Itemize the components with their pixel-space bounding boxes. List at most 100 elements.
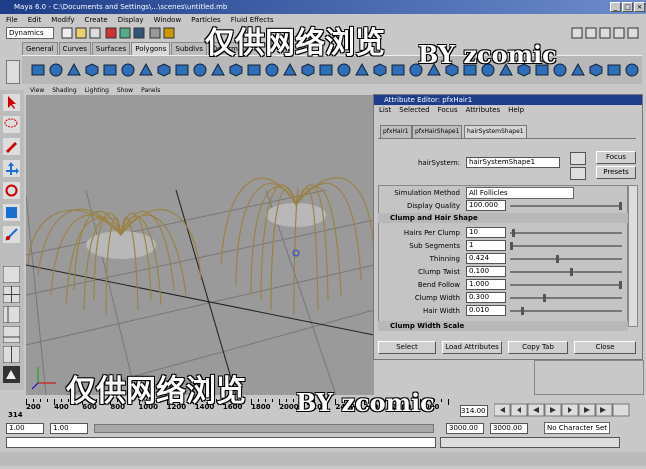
polygon-tool-icon[interactable] — [570, 62, 586, 78]
command-input[interactable] — [6, 437, 436, 448]
tab-pfxhair1[interactable]: pfxHair1 — [380, 125, 412, 138]
attr-value-field[interactable]: 1 — [466, 240, 506, 251]
minimize-button[interactable]: _ — [610, 2, 621, 12]
playback-end-field[interactable]: 3000.00 — [446, 423, 484, 434]
presets-button[interactable]: Presets — [596, 166, 636, 179]
node-pick-icon[interactable] — [570, 152, 586, 165]
menu-file[interactable]: File — [6, 16, 18, 24]
polygon-tool-icon[interactable] — [66, 62, 82, 78]
attr-value-field[interactable]: 0.300 — [466, 292, 506, 303]
attr-value-field[interactable]: 0.100 — [466, 266, 506, 277]
attr-slider[interactable] — [510, 294, 622, 302]
attr-slider-knob[interactable] — [510, 242, 513, 250]
ae-menu-focus[interactable]: Focus — [438, 106, 458, 114]
node-name-field[interactable]: hairSystemShape1 — [466, 157, 560, 168]
polygon-tool-icon[interactable] — [174, 62, 190, 78]
attr-slider-knob[interactable] — [543, 294, 546, 302]
single-pane-layout-icon[interactable] — [3, 266, 20, 283]
maximize-button[interactable]: □ — [622, 2, 633, 12]
attributes-scrollbar[interactable] — [628, 185, 638, 327]
ae-menu-list[interactable]: List — [379, 106, 391, 114]
polygon-tool-icon[interactable] — [588, 62, 604, 78]
display-quality-knob[interactable] — [619, 202, 622, 210]
attr-slider-knob[interactable] — [556, 255, 559, 263]
menu-create[interactable]: Create — [84, 16, 107, 24]
lasso-tool-icon[interactable] — [3, 116, 20, 133]
close-button[interactable]: × — [634, 2, 645, 12]
polygon-tool-icon[interactable] — [264, 62, 280, 78]
end-time-field[interactable]: 3000.00 — [490, 423, 528, 434]
select-tool-icon[interactable] — [3, 94, 20, 111]
perspective-viewport[interactable] — [26, 95, 374, 395]
tab-hairsystemshape1[interactable]: hairSystemShape1 — [464, 125, 527, 138]
polygon-tool-icon[interactable] — [372, 62, 388, 78]
polygon-tool-icon[interactable] — [318, 62, 334, 78]
render-layout-icon[interactable] — [3, 366, 20, 383]
polygon-tool-icon[interactable] — [30, 62, 46, 78]
copy-tab-button[interactable]: Copy Tab — [508, 341, 568, 354]
manipulator-tool-icon[interactable] — [3, 226, 20, 243]
ae-menu-attributes[interactable]: Attributes — [466, 106, 501, 114]
move-tool-icon[interactable] — [3, 160, 20, 177]
node-connection-icon[interactable] — [570, 167, 586, 180]
menu-modify[interactable]: Modify — [51, 16, 74, 24]
attr-slider[interactable] — [510, 268, 622, 276]
attr-slider[interactable] — [510, 255, 622, 263]
select-button[interactable]: Select — [378, 341, 436, 354]
viewport-menu-panels[interactable]: Panels — [141, 87, 160, 94]
close-ae-button[interactable]: Close — [574, 341, 636, 354]
viewport-menu-view[interactable]: View — [30, 87, 44, 94]
shelf-menu-button[interactable] — [6, 60, 20, 84]
attr-slider[interactable] — [510, 307, 622, 315]
shelf-tab-subdivs[interactable]: Subdivs — [171, 42, 207, 55]
polygon-tool-icon[interactable] — [120, 62, 136, 78]
attr-slider-knob[interactable] — [619, 281, 622, 289]
outliner-layout-icon[interactable] — [3, 306, 20, 323]
current-frame-field[interactable]: 314.00 — [460, 405, 488, 417]
attr-slider-knob[interactable] — [521, 307, 524, 315]
attr-slider-knob[interactable] — [570, 268, 573, 276]
attr-slider[interactable] — [510, 229, 622, 237]
menu-edit[interactable]: Edit — [28, 16, 42, 24]
polygon-tool-icon[interactable] — [156, 62, 172, 78]
polygon-tool-icon[interactable] — [102, 62, 118, 78]
attr-value-field[interactable]: 0.424 — [466, 253, 506, 264]
polygon-tool-icon[interactable] — [300, 62, 316, 78]
polygon-tool-icon[interactable] — [192, 62, 208, 78]
viewport-menu-show[interactable]: Show — [117, 87, 133, 94]
start-time-field[interactable]: 1.00 — [6, 423, 44, 434]
polygon-tool-icon[interactable] — [390, 62, 406, 78]
graph-layout-icon[interactable] — [3, 326, 20, 343]
character-set-select[interactable]: No Character Set — [544, 422, 610, 434]
polygon-tool-icon[interactable] — [336, 62, 352, 78]
focus-button[interactable]: Focus — [596, 151, 636, 164]
scale-tool-icon[interactable] — [3, 204, 20, 221]
clump-section-header[interactable]: Clump and Hair Shape — [378, 213, 628, 223]
polygon-tool-icon[interactable] — [246, 62, 262, 78]
editor-toggle-icons[interactable] — [570, 27, 644, 40]
polygon-tool-icon[interactable] — [210, 62, 226, 78]
display-quality-field[interactable]: 100.000 — [466, 200, 506, 211]
ae-menu-help[interactable]: Help — [508, 106, 524, 114]
status-line-icons[interactable] — [60, 27, 210, 40]
attr-value-field[interactable]: 10 — [466, 227, 506, 238]
polygon-tool-icon[interactable] — [606, 62, 622, 78]
shelf-tab-polygons[interactable]: Polygons — [131, 42, 171, 55]
shelf-tab-general[interactable]: General — [22, 42, 58, 55]
menu-display[interactable]: Display — [118, 16, 144, 24]
playback-start-field[interactable]: 1.00 — [50, 423, 88, 434]
attr-slider[interactable] — [510, 281, 622, 289]
range-slider[interactable] — [94, 424, 434, 433]
viewport-menu-lighting[interactable]: Lighting — [85, 87, 109, 94]
polygon-tool-icon[interactable] — [48, 62, 64, 78]
polygon-tool-icon[interactable] — [84, 62, 100, 78]
menuset-selector[interactable]: Dynamics — [6, 27, 54, 39]
attr-slider[interactable] — [510, 242, 622, 250]
hypershade-layout-icon[interactable] — [3, 346, 20, 363]
menu-window[interactable]: Window — [154, 16, 182, 24]
shelf-tab-curves[interactable]: Curves — [58, 42, 91, 55]
shelf-tab-surfaces[interactable]: Surfaces — [91, 42, 131, 55]
clump-width-section-header[interactable]: Clump Width Scale — [378, 321, 628, 331]
four-pane-layout-icon[interactable] — [3, 286, 20, 303]
playback-buttons-icon[interactable] — [493, 403, 644, 418]
